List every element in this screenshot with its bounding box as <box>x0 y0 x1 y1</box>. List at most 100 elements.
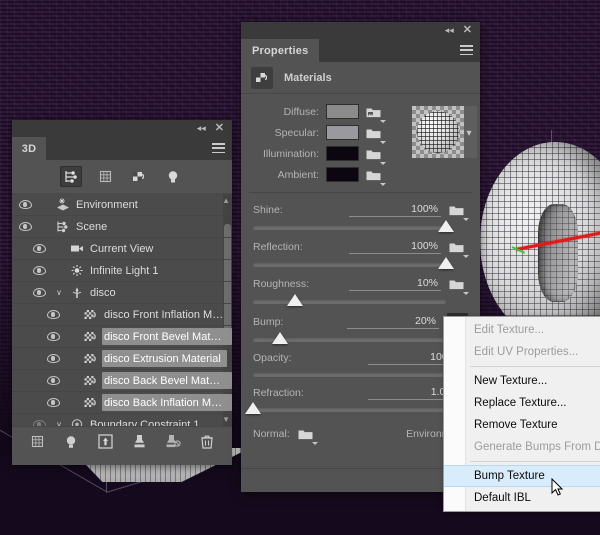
slider-knob[interactable] <box>287 294 303 306</box>
materials-title: Materials <box>284 72 332 84</box>
panel-menu-icon[interactable] <box>460 45 473 55</box>
materials-filter-icon[interactable] <box>128 166 150 187</box>
close-icon[interactable]: ✕ <box>463 25 472 36</box>
texture-folder-icon[interactable] <box>366 125 385 141</box>
collapse-icon[interactable]: ◂◂ <box>197 124 206 133</box>
slider-track[interactable] <box>253 407 458 412</box>
panel-menu-icon[interactable] <box>212 143 225 153</box>
visibility-toggle-icon[interactable] <box>40 398 66 407</box>
material-icon <box>80 397 102 409</box>
menu-item-label: Edit Texture... <box>474 324 544 336</box>
menu-item[interactable]: Remove Texture <box>444 414 600 436</box>
list-item-label: Environment <box>74 196 144 213</box>
slider-value[interactable]: 100% <box>349 203 441 217</box>
texture-folder-icon[interactable] <box>366 167 385 183</box>
texture-folder-icon[interactable] <box>449 202 468 218</box>
texture-preview-thumbnail[interactable] <box>412 106 464 158</box>
menu-item[interactable]: Replace Texture... <box>444 392 600 414</box>
texture-folder-icon[interactable] <box>366 146 385 162</box>
list-item[interactable]: disco Front Bevel Material <box>12 326 232 348</box>
list-item[interactable]: Environment <box>12 194 232 216</box>
slider-knob[interactable] <box>438 220 454 232</box>
slider-value[interactable]: 10% <box>349 277 441 291</box>
disclosure-triangle-icon[interactable]: ∨ <box>52 282 66 304</box>
slider-track[interactable] <box>253 372 458 377</box>
slider-track[interactable] <box>253 225 446 230</box>
collapse-icon[interactable]: ◂◂ <box>445 26 454 35</box>
list-item[interactable]: disco Front Inflation Mat... <box>12 304 232 326</box>
menu-item[interactable]: New Texture... <box>444 370 600 392</box>
menu-separator <box>470 366 600 367</box>
visibility-toggle-icon[interactable] <box>26 288 52 297</box>
texture-folder-icon[interactable] <box>449 239 468 255</box>
disco-ball-texture <box>417 111 459 153</box>
list-item[interactable]: disco Extrusion Material <box>12 348 232 370</box>
slider-knob[interactable] <box>438 257 454 269</box>
slider-track[interactable] <box>253 299 446 304</box>
panel-properties-topbar: ◂◂ ✕ <box>241 22 480 39</box>
stamp-remove-button[interactable] <box>164 433 182 451</box>
slider-knob[interactable] <box>272 332 288 344</box>
chevron-down-icon <box>463 255 469 258</box>
panel-3d-object-list[interactable]: ▲ ▼ EnvironmentSceneCurrent ViewInfinite… <box>12 194 232 426</box>
mesh-icon <box>66 286 88 299</box>
material-icon <box>80 309 102 321</box>
texture-context-menu[interactable]: Edit Texture...Edit UV Properties...New … <box>443 316 600 512</box>
add-mesh-button[interactable] <box>28 433 46 451</box>
list-item[interactable]: Infinite Light 1 <box>12 260 232 282</box>
tab-properties[interactable]: Properties <box>241 39 319 62</box>
chevron-down-icon <box>463 218 469 221</box>
delete-button[interactable] <box>198 433 216 451</box>
tab-3d[interactable]: 3D <box>12 137 46 160</box>
visibility-toggle-icon[interactable] <box>40 376 66 385</box>
texture-folder-icon[interactable] <box>449 276 468 292</box>
scene-filter-icon[interactable] <box>60 166 82 187</box>
slider-track[interactable] <box>253 337 446 342</box>
visibility-toggle-icon[interactable] <box>12 222 38 231</box>
add-light-button[interactable] <box>62 433 80 451</box>
list-item-label: Boundary Constraint 1 <box>88 416 205 426</box>
list-item[interactable]: disco Back Inflation Mate... <box>12 392 232 414</box>
visibility-toggle-icon[interactable] <box>12 200 38 209</box>
panel-3d[interactable]: ◂◂ ✕ 3D <box>12 120 232 465</box>
list-item[interactable]: Current View <box>12 238 232 260</box>
menu-item[interactable]: Bump Texture <box>444 465 600 487</box>
letter-d-body <box>480 142 600 340</box>
menu-item[interactable]: Default IBL <box>444 487 600 509</box>
visibility-toggle-icon[interactable] <box>26 266 52 275</box>
slider-value[interactable]: 20% <box>347 315 439 329</box>
mesh-filter-icon[interactable] <box>94 166 116 187</box>
menu-item-label: Default IBL <box>474 492 531 504</box>
context-menu-items: Edit Texture...Edit UV Properties...New … <box>444 319 600 509</box>
slider-label: Reflection: <box>253 241 303 253</box>
color-swatch[interactable] <box>326 146 359 161</box>
visibility-toggle-icon[interactable] <box>40 310 66 319</box>
visibility-toggle-icon[interactable] <box>40 354 66 363</box>
list-item[interactable]: ∨ Boundary Constraint 1 <box>12 414 232 426</box>
lights-filter-icon[interactable] <box>162 166 184 187</box>
normal-folder-icon[interactable] <box>298 426 317 442</box>
color-swatch[interactable] <box>326 125 359 140</box>
color-swatch[interactable] <box>326 104 359 119</box>
list-item-label: disco <box>88 284 122 301</box>
add-environment-button[interactable] <box>96 433 114 451</box>
slider-track[interactable] <box>253 262 446 267</box>
menu-item-label: Replace Texture... <box>474 397 566 409</box>
list-item[interactable]: disco Back Bevel Material <box>12 370 232 392</box>
visibility-toggle-icon[interactable] <box>40 332 66 341</box>
slider-value[interactable]: 100% <box>349 240 441 254</box>
texture-folder-icon[interactable] <box>366 104 385 120</box>
stamp-button[interactable] <box>130 433 148 451</box>
disclosure-triangle-icon[interactable]: ∨ <box>52 414 66 427</box>
close-icon[interactable]: ✕ <box>215 123 224 134</box>
list-item[interactable]: ∨ disco <box>12 282 232 304</box>
visibility-toggle-icon[interactable] <box>26 420 52 426</box>
chevron-down-icon <box>380 141 386 144</box>
color-swatch[interactable] <box>326 167 359 182</box>
materials-section-header: Materials <box>241 62 480 94</box>
list-item-label: disco Back Bevel Material <box>102 372 232 389</box>
list-item[interactable]: Scene <box>12 216 232 238</box>
visibility-toggle-icon[interactable] <box>26 244 52 253</box>
slider-knob[interactable] <box>245 402 261 414</box>
chevron-down-icon[interactable]: ▾ <box>462 122 476 144</box>
